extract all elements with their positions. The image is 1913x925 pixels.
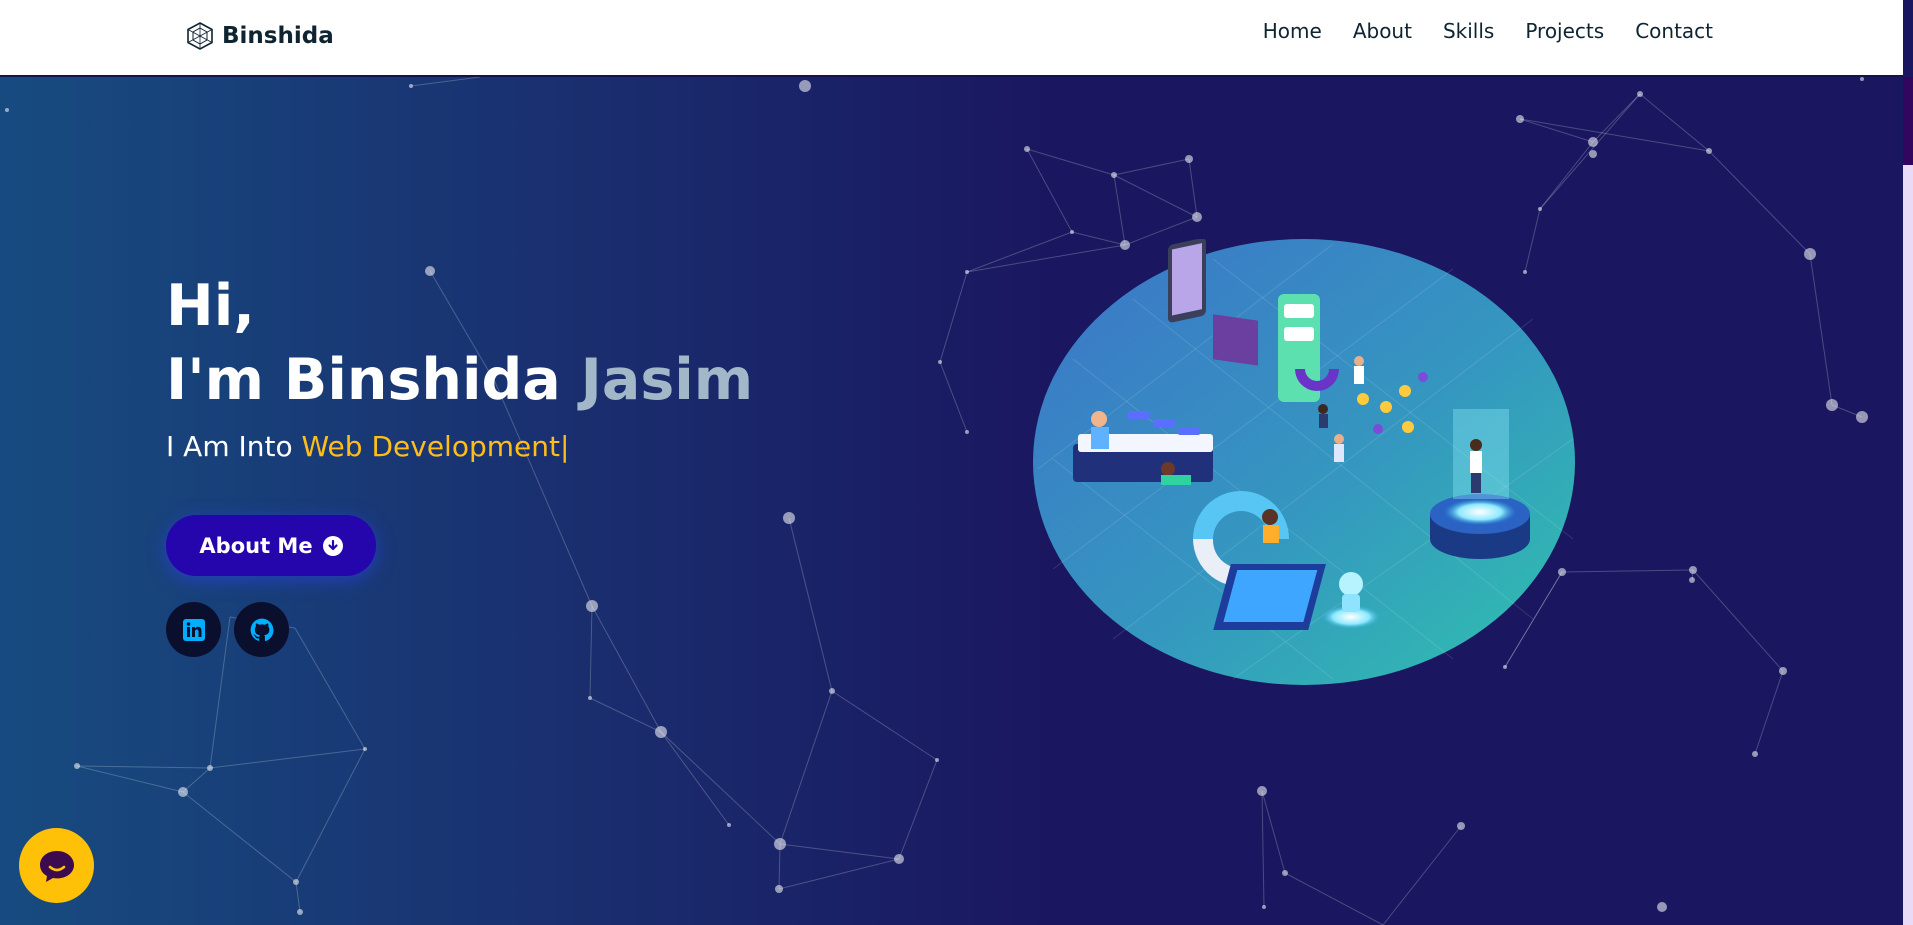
nav-link-skills[interactable]: Skills bbox=[1443, 18, 1494, 44]
hero-greeting: Hi, bbox=[166, 273, 255, 339]
arrow-down-circle-icon bbox=[322, 535, 343, 556]
typed-text: Web Development bbox=[301, 430, 560, 463]
hero-subtitle: I Am Into Web Development| bbox=[166, 430, 569, 463]
about-me-button[interactable]: About Me bbox=[166, 515, 376, 576]
brand-logo[interactable]: Binshida bbox=[184, 20, 334, 52]
hero-last-name: Jasim bbox=[580, 347, 754, 413]
nav-link-about[interactable]: About bbox=[1353, 18, 1412, 44]
hexagon-logo-icon bbox=[187, 22, 213, 50]
navbar: Binshida Home About Skills Projects Cont… bbox=[0, 0, 1903, 77]
brand-name: Binshida bbox=[222, 23, 334, 49]
linkedin-button[interactable] bbox=[166, 602, 221, 657]
github-icon bbox=[250, 618, 273, 641]
about-me-label: About Me bbox=[199, 533, 313, 558]
chat-widget-button[interactable] bbox=[19, 828, 94, 903]
chat-bubble-icon bbox=[39, 850, 74, 882]
typing-cursor: | bbox=[559, 430, 570, 463]
github-button[interactable] bbox=[234, 602, 289, 657]
scrollbar-track[interactable] bbox=[1903, 77, 1913, 925]
nav-link-home[interactable]: Home bbox=[1263, 18, 1322, 44]
hero-section: Hi, I'm Binshida Jasim I Am Into Web Dev… bbox=[0, 77, 1903, 925]
hero-intro: I'm Binshida bbox=[166, 347, 561, 413]
nav-menu: Home About Skills Projects Contact bbox=[1263, 18, 1713, 44]
subtitle-prefix: I Am Into bbox=[166, 430, 293, 463]
scrollbar-thumb[interactable] bbox=[1903, 77, 1913, 165]
isometric-illustration bbox=[1033, 239, 1575, 685]
hero-heading: Hi, I'm Binshida Jasim bbox=[166, 269, 753, 417]
nav-link-projects[interactable]: Projects bbox=[1525, 18, 1604, 44]
nav-link-contact[interactable]: Contact bbox=[1635, 18, 1713, 44]
linkedin-icon bbox=[182, 618, 205, 641]
particle-network-background bbox=[5, 77, 1868, 925]
